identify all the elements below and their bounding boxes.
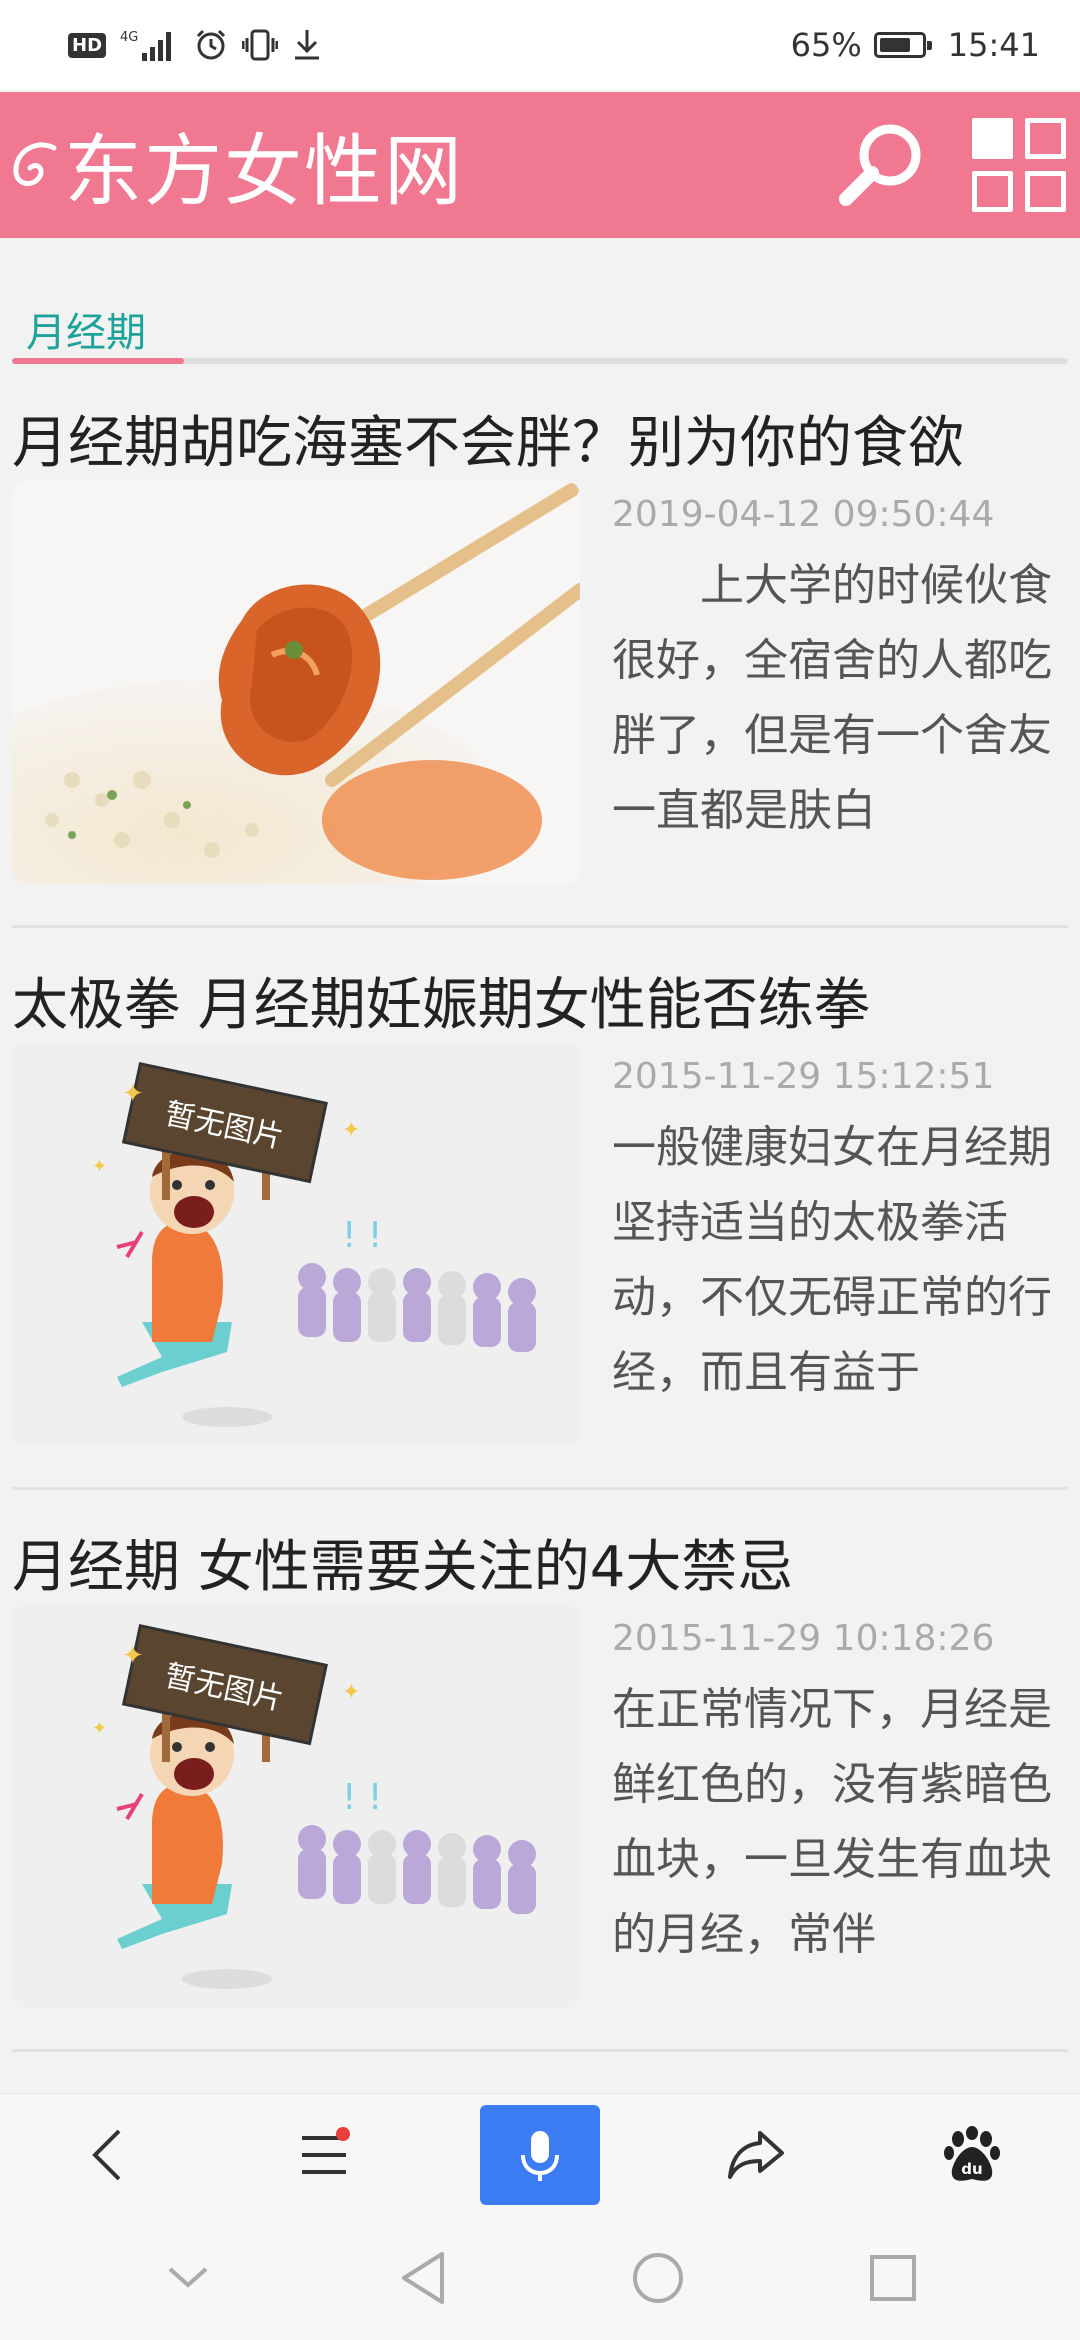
battery-icon — [873, 32, 932, 58]
article-summary: 在正常情况下，月经是鲜红色的，没有紫暗色血块，一旦发生有血块的月经，常伴 — [612, 1684, 1052, 1960]
nav-recents-square-icon — [869, 2254, 916, 2301]
share-button[interactable] — [696, 2105, 816, 2205]
svg-text:✦: ✦ — [342, 1680, 360, 1705]
no-image-placeholder[interactable]: ! ! 暂无图片 ✦ ✦ ✦ — [12, 1042, 580, 1446]
svg-text:! !: ! ! — [342, 1215, 382, 1256]
search-icon — [839, 124, 921, 206]
alarm-icon — [194, 25, 228, 65]
site-header: 东方女性网 — [0, 92, 1080, 238]
nav-back-triangle-icon — [401, 2251, 444, 2304]
svg-text:! !: ! ! — [342, 1777, 382, 1818]
voice-search-button[interactable] — [480, 2104, 600, 2205]
status-left-group: HD 4G — [68, 25, 322, 65]
grid-cell — [1025, 171, 1066, 212]
status-right-group: 65% 15:41 — [791, 26, 1040, 64]
status-bar: HD 4G 65% 15:41 — [0, 0, 1080, 90]
article-item[interactable]: 月经期 女性需要关注的4大禁忌 ! ! 暂无图片 ✦ ✦ ✦ 2015-11-2… — [0, 1522, 1080, 2052]
svg-text:✦: ✦ — [122, 1079, 144, 1109]
search-button[interactable] — [832, 115, 932, 215]
system-navigation — [0, 2215, 1080, 2340]
article-title[interactable]: 太极拳 月经期妊娠期女性能否练拳 — [12, 960, 870, 1041]
article-item[interactable]: 月经期胡吃海塞不会胖？别为你的食欲 2019-04-12 09:50:44 上大… — [0, 398, 1080, 928]
article-item[interactable]: 太极拳 月经期妊娠期女性能否练拳 ! ! 暂无图片 ✦ ✦ ✦ 2015-11-… — [0, 960, 1080, 1490]
logo-text: 东方女性网 — [64, 127, 465, 217]
article-date: 2019-04-12 09:50:44 — [612, 494, 995, 535]
microphone-icon — [521, 2130, 559, 2181]
active-tab-indicator — [12, 358, 184, 364]
article-summary: 一般健康妇女在月经期坚持适当的太极拳活动，不仅无碍正常的行经，而且有益于 — [612, 1122, 1052, 1398]
download-icon — [292, 25, 322, 65]
svg-text:✦: ✦ — [92, 1156, 107, 1177]
baidu-paw-icon: du — [944, 2125, 1000, 2181]
article-summary: 上大学的时候伙食很好，全宿舍的人都吃胖了，但是有一个舍友一直都是肤白 — [612, 560, 1052, 836]
site-logo[interactable]: 东方女性网 — [10, 109, 464, 221]
svg-text:✦: ✦ — [122, 1641, 144, 1671]
svg-text:✦: ✦ — [342, 1118, 360, 1143]
baidu-text: du — [961, 2160, 982, 2178]
article-date: 2015-11-29 10:18:26 — [612, 1618, 995, 1659]
hd-badge: HD — [68, 32, 107, 58]
article-date: 2015-11-29 15:12:51 — [612, 1056, 995, 1097]
article-title[interactable]: 月经期胡吃海塞不会胖？别为你的食欲 — [12, 398, 964, 479]
grid-cell — [972, 118, 1013, 159]
food-photo[interactable] — [12, 480, 580, 884]
article-divider — [12, 925, 1068, 928]
signal-icon: 4G — [120, 25, 180, 65]
grid-cell — [972, 171, 1013, 212]
clock: 15:41 — [947, 26, 1040, 64]
network-label: 4G — [120, 30, 138, 45]
notification-dot — [336, 2126, 350, 2141]
no-image-placeholder[interactable]: ! ! 暂无图片 ✦ ✦ ✦ — [12, 1604, 580, 2008]
battery-percent: 65% — [790, 26, 862, 64]
tab-category[interactable]: 月经期 — [26, 300, 146, 358]
article-divider — [12, 1487, 1068, 1490]
back-icon — [92, 2129, 121, 2180]
battery-fill — [879, 38, 910, 52]
share-icon — [728, 2130, 784, 2179]
browser-toolbar: du — [0, 2093, 1080, 2215]
header-actions — [832, 115, 1066, 215]
article-title[interactable]: 月经期 女性需要关注的4大禁忌 — [12, 1522, 793, 1603]
grid-cell — [1025, 118, 1066, 159]
svg-text:✦: ✦ — [92, 1718, 107, 1739]
article-divider — [12, 2049, 1068, 2052]
nav-back-button[interactable] — [373, 2233, 473, 2323]
vibrate-icon — [242, 25, 279, 65]
nav-home-button[interactable] — [608, 2233, 708, 2323]
nav-recents-button[interactable] — [843, 2233, 943, 2323]
nav-home-circle-icon — [632, 2252, 683, 2303]
category-bar: 月经期 — [12, 300, 1068, 370]
menu-button[interactable] — [264, 2105, 384, 2205]
grid-menu-icon[interactable] — [972, 118, 1066, 212]
back-button[interactable] — [48, 2105, 168, 2205]
collapse-button[interactable] — [138, 2233, 238, 2323]
logo-swirl-icon — [13, 142, 57, 186]
baidu-button[interactable]: du — [912, 2105, 1032, 2205]
collapse-chevron-icon — [168, 2267, 207, 2288]
